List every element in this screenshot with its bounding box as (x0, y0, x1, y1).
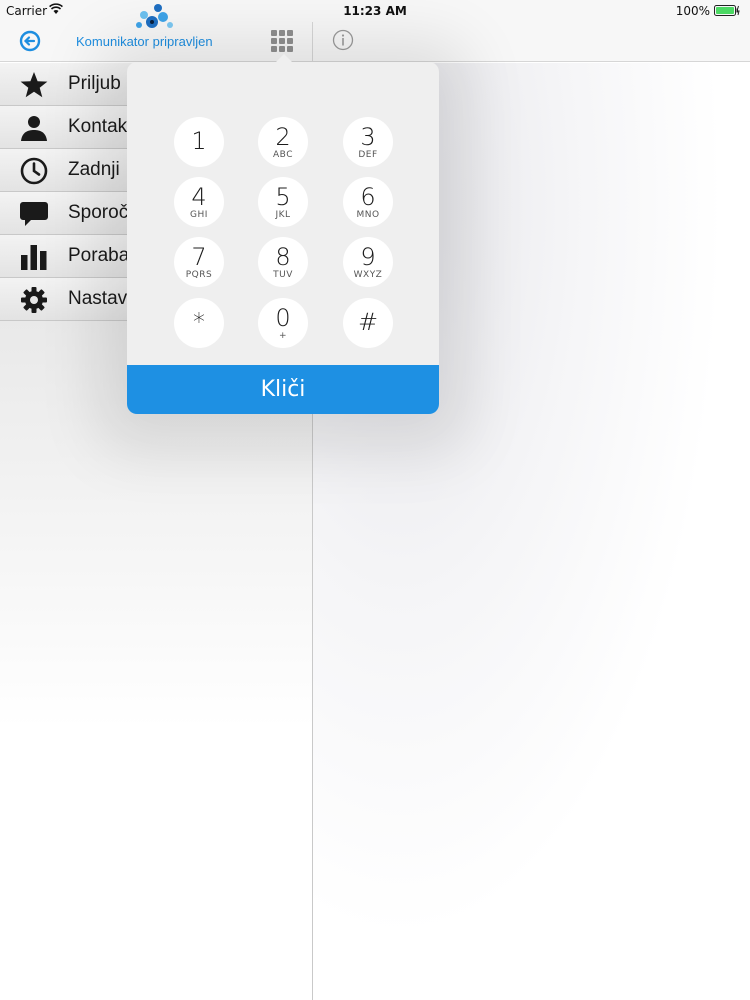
gear-icon (21, 287, 47, 313)
sidebar-item-label: Sporoč (68, 202, 129, 223)
key-digit: 8 (275, 243, 291, 271)
person-icon (21, 116, 47, 141)
battery-percentage: 100% (675, 4, 710, 18)
key-digit: 3 (360, 123, 376, 151)
key-digit: 2 (275, 123, 291, 151)
dial-key-hash[interactable]: # (343, 298, 393, 348)
key-digit: 6 (360, 183, 376, 211)
sidebar-item-label: Poraba (68, 245, 130, 266)
key-digit: * (193, 308, 205, 336)
key-letters: MNO (356, 210, 380, 220)
dial-key-7[interactable]: 7 PQRS (174, 237, 224, 287)
dialpad-grid-icon[interactable] (270, 29, 294, 53)
header-divider (312, 22, 313, 62)
key-letters: JKL (275, 210, 291, 220)
dial-key-2[interactable]: 2 ABC (258, 117, 308, 167)
key-letters: WXYZ (353, 270, 383, 280)
dial-key-0[interactable]: 0 + (258, 298, 308, 348)
sidebar-item-label: Kontak (68, 116, 128, 137)
dial-key-5[interactable]: 5 JKL (258, 177, 308, 227)
dial-key-3[interactable]: 3 DEF (343, 117, 393, 167)
key-letters: ABC (273, 150, 293, 160)
call-button[interactable]: Kliči (127, 365, 439, 414)
key-letters: DEF (358, 150, 378, 160)
sidebar-item-label: Nastav (68, 288, 128, 309)
key-digit: 5 (275, 183, 291, 211)
sidebar-item-label: Zadnji (68, 159, 120, 180)
dial-key-9[interactable]: 9 WXYZ (343, 237, 393, 287)
logout-icon[interactable] (19, 30, 41, 52)
top-navigation-bar: Komunikator pripravljen (0, 4, 750, 62)
bar-chart-icon (21, 245, 47, 270)
sidebar-background (0, 321, 312, 1000)
key-letters: PQRS (185, 270, 213, 280)
key-digit: 0 (275, 304, 291, 332)
connection-status-label: Komunikator pripravljen (76, 34, 213, 49)
status-bar: Carrier 11:23 AM 100% (0, 0, 750, 22)
popover-arrow (275, 54, 293, 63)
dial-key-6[interactable]: 6 MNO (343, 177, 393, 227)
chat-bubble-icon (20, 202, 48, 226)
clock-icon (20, 157, 48, 185)
dial-key-1[interactable]: 1 (174, 117, 224, 167)
clock-time: 11:23 AM (343, 4, 407, 18)
battery-icon (714, 5, 740, 16)
star-icon (20, 72, 48, 98)
dialpad-popover: 1 2 ABC 3 DEF 4 GHI 5 JKL 6 MNO 7 PQRS 8… (127, 54, 439, 414)
key-digit: 7 (191, 243, 207, 271)
dial-key-4[interactable]: 4 GHI (174, 177, 224, 227)
key-digit: 9 (360, 243, 376, 271)
dial-key-star[interactable]: * (174, 298, 224, 348)
dial-key-8[interactable]: 8 TUV (258, 237, 308, 287)
key-letters: GHI (190, 210, 208, 220)
sidebar-item-label: Priljub (68, 73, 121, 94)
key-letters: + (278, 331, 288, 341)
brand-logo-icon (136, 4, 173, 28)
key-digit: 1 (191, 127, 207, 155)
key-digit: 4 (191, 183, 207, 211)
key-letters: TUV (273, 270, 293, 280)
info-icon[interactable] (332, 29, 354, 51)
key-digit: # (357, 308, 379, 336)
